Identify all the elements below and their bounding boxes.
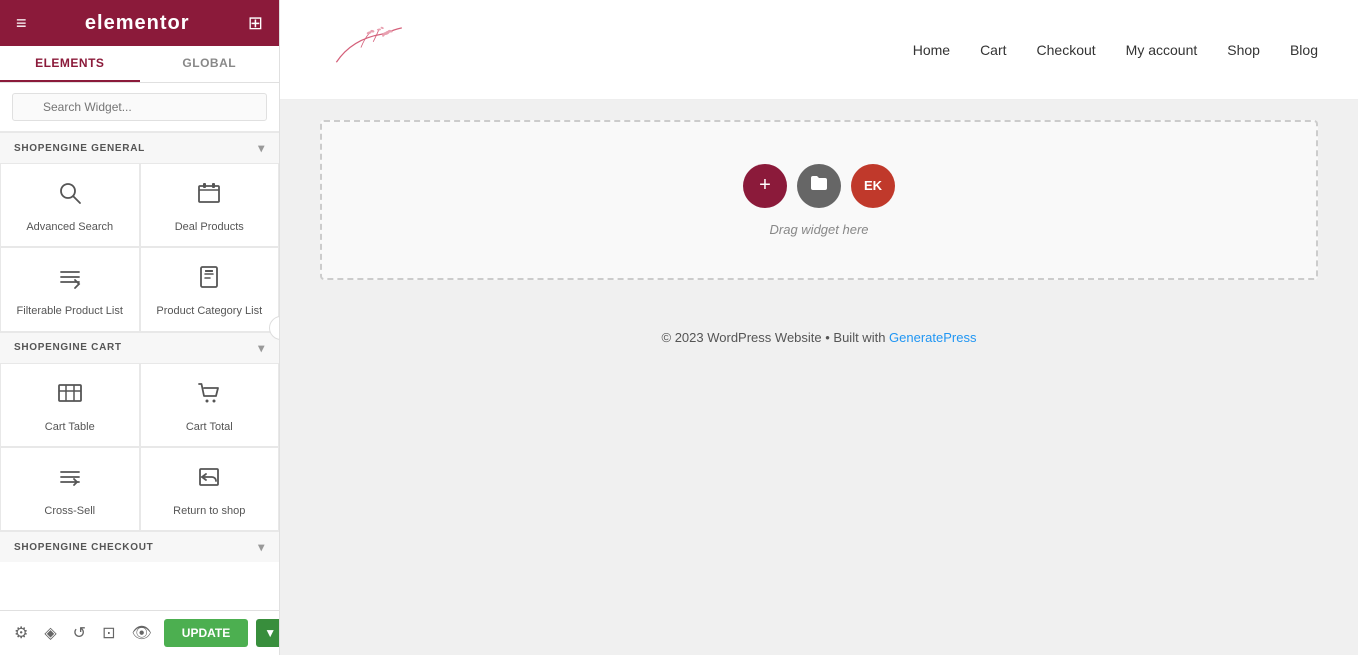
widget-return-to-shop-label: Return to shop (173, 504, 245, 518)
chevron-down-icon-cart: ▾ (258, 341, 265, 355)
drop-zone[interactable]: + EK Drag widget here (320, 120, 1318, 280)
ek-label: EK (864, 178, 882, 193)
section-checkout-label: SHOPENGINE CHECKOUT (14, 542, 153, 553)
nav-blog[interactable]: Blog (1290, 42, 1318, 58)
footer-link[interactable]: GeneratePress (889, 330, 976, 345)
section-shopengine-general[interactable]: SHOPENGINE GENERAL ▾ (0, 132, 279, 163)
filterable-icon (57, 264, 83, 296)
preview-icon[interactable]: 👁 (127, 619, 155, 647)
history-icon[interactable]: ↺ (69, 619, 90, 647)
drop-buttons: + EK (743, 164, 895, 208)
widget-cross-sell-label: Cross-Sell (44, 504, 95, 518)
top-bar: ≡ elementor ⊞ (0, 0, 279, 46)
nav-home[interactable]: Home (913, 42, 950, 58)
plus-icon: + (759, 174, 771, 197)
main-content: Home Cart Checkout My account Shop Blog … (280, 0, 1358, 655)
logo-svg (320, 20, 410, 80)
deal-products-icon (196, 180, 222, 212)
search-wrap: 🔍 (0, 83, 279, 132)
widget-cart-table[interactable]: Cart Table (0, 363, 140, 447)
widget-product-category[interactable]: Product Category List (140, 247, 280, 331)
widget-filterable-product-list[interactable]: Filterable Product List (0, 247, 140, 331)
widget-advanced-search[interactable]: Advanced Search (0, 163, 140, 247)
cart-table-icon (57, 380, 83, 412)
left-panel: ≡ elementor ⊞ ELEMENTS GLOBAL 🔍 SHOPENGI… (0, 0, 280, 655)
folder-icon (809, 173, 829, 199)
responsive-icon[interactable]: ⊡ (98, 619, 119, 647)
layers-icon[interactable]: ◈ (40, 619, 60, 647)
site-footer: © 2023 WordPress Website • Built with Ge… (320, 310, 1318, 365)
widget-cart-total-label: Cart Total (186, 420, 233, 434)
nav-shop[interactable]: Shop (1227, 42, 1260, 58)
section-cart-label: SHOPENGINE CART (14, 342, 122, 353)
bottom-toolbar: ⚙ ◈ ↺ ⊡ 👁 UPDATE ▼ (0, 610, 279, 655)
chevron-down-icon-checkout: ▾ (258, 540, 265, 554)
section-shopengine-checkout[interactable]: SHOPENGINE CHECKOUT ▾ (0, 531, 279, 562)
cart-total-icon (196, 380, 222, 412)
nav-cart[interactable]: Cart (980, 42, 1006, 58)
search-input[interactable] (12, 93, 267, 121)
update-button[interactable]: UPDATE (164, 619, 248, 647)
nav-checkout[interactable]: Checkout (1037, 42, 1096, 58)
tab-elements[interactable]: ELEMENTS (0, 46, 140, 82)
settings-icon[interactable]: ⚙ (10, 619, 32, 647)
section-general-label: SHOPENGINE GENERAL (14, 143, 145, 154)
product-category-icon (196, 264, 222, 296)
widget-deal-products[interactable]: Deal Products (140, 163, 280, 247)
cart-widgets-grid: Cart Table Cart Total (0, 363, 279, 532)
cross-sell-icon (57, 464, 83, 496)
general-widgets-grid: Advanced Search Deal Products (0, 163, 279, 332)
hamburger-icon[interactable]: ≡ (16, 13, 27, 34)
widget-cart-total[interactable]: Cart Total (140, 363, 280, 447)
return-to-shop-icon (196, 464, 222, 496)
elementor-logo: elementor (85, 12, 190, 35)
widget-list: SHOPENGINE GENERAL ▾ Advanced Search (0, 132, 279, 610)
add-widget-button[interactable]: + (743, 164, 787, 208)
panel-tabs: ELEMENTS GLOBAL (0, 46, 279, 83)
nav-my-account[interactable]: My account (1126, 42, 1198, 58)
canvas-area: + EK Drag widget here © 2023 WordPress (280, 100, 1358, 655)
widget-advanced-search-label: Advanced Search (26, 220, 113, 234)
widget-cart-table-label: Cart Table (45, 420, 95, 434)
widget-return-to-shop[interactable]: Return to shop (140, 447, 280, 531)
tab-global[interactable]: GLOBAL (140, 46, 280, 82)
widget-deal-products-label: Deal Products (175, 220, 244, 234)
drag-text: Drag widget here (770, 222, 869, 237)
site-logo (320, 20, 410, 80)
site-nav: Home Cart Checkout My account Shop Blog (913, 42, 1318, 58)
grid-icon[interactable]: ⊞ (248, 13, 263, 34)
canvas-footer-area: © 2023 WordPress Website • Built with Ge… (320, 310, 1318, 365)
update-arrow-button[interactable]: ▼ (256, 619, 280, 647)
widget-filterable-label: Filterable Product List (17, 304, 123, 318)
chevron-down-icon: ▾ (258, 141, 265, 155)
widget-product-category-label: Product Category List (156, 304, 262, 318)
advanced-search-icon (57, 180, 83, 212)
widget-cross-sell[interactable]: Cross-Sell (0, 447, 140, 531)
folder-button[interactable] (797, 164, 841, 208)
footer-text: © 2023 WordPress Website • Built with (662, 330, 890, 345)
ek-button[interactable]: EK (851, 164, 895, 208)
section-shopengine-cart[interactable]: SHOPENGINE CART ▾ (0, 332, 279, 363)
site-navbar: Home Cart Checkout My account Shop Blog (280, 0, 1358, 100)
